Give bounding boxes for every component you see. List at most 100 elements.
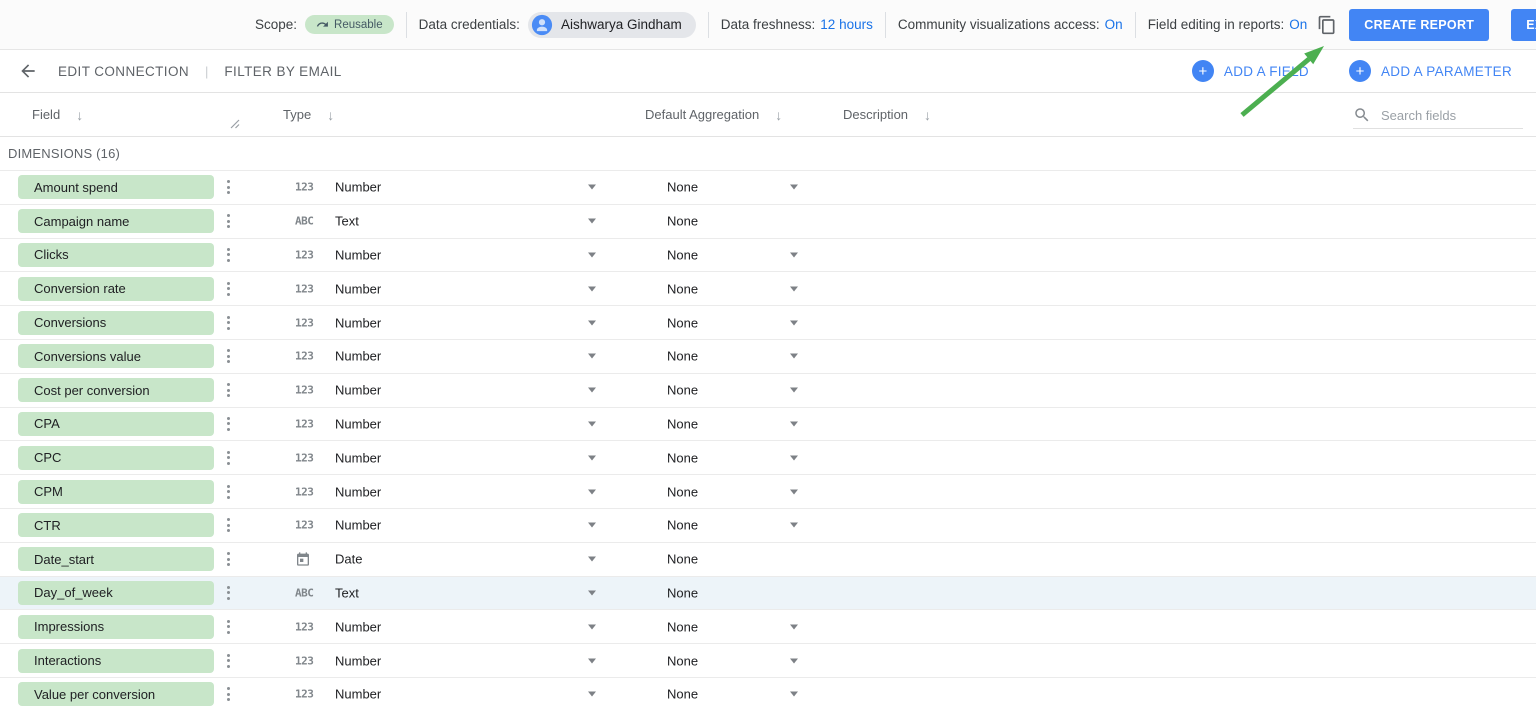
field-name-pill[interactable]: CPA [18,411,214,436]
type-dropdown-arrow[interactable] [588,489,596,495]
field-type-value[interactable]: Text [335,585,359,600]
field-type-value[interactable]: Date [335,552,362,567]
field-aggregation-value[interactable]: None [667,450,698,465]
field-name-pill[interactable]: Impressions [18,614,214,639]
field-type-value[interactable]: Number [335,653,381,668]
field-menu-button[interactable] [224,583,233,603]
field-name-pill[interactable]: CPM [18,479,214,504]
aggregation-dropdown-arrow[interactable] [790,522,798,528]
aggregation-dropdown-arrow[interactable] [790,252,798,258]
explore-button[interactable]: EXPLORE [1511,8,1536,41]
field-menu-button[interactable] [224,617,233,637]
field-type-value[interactable]: Number [335,619,381,634]
field-type-value[interactable]: Number [335,518,381,533]
aggregation-dropdown-arrow[interactable] [790,184,798,190]
type-dropdown-arrow[interactable] [588,624,596,630]
field-menu-button[interactable] [224,651,233,671]
field-aggregation-value[interactable]: None [667,281,698,296]
field-aggregation-value[interactable]: None [667,484,698,499]
field-type-value[interactable]: Number [335,315,381,330]
field-aggregation-value[interactable]: None [667,247,698,262]
aggregation-dropdown-arrow[interactable] [790,387,798,393]
field-menu-button[interactable] [224,482,233,502]
type-dropdown-arrow[interactable] [588,353,596,359]
back-arrow-icon[interactable] [18,61,38,81]
field-type-value[interactable]: Number [335,281,381,296]
field-editing-value[interactable]: On [1289,17,1307,32]
field-menu-button[interactable] [224,177,233,197]
credentials-chip[interactable]: Aishwarya Gindham [527,11,696,38]
field-name-pill[interactable]: Campaign name [18,209,214,234]
field-menu-button[interactable] [224,515,233,535]
aggregation-dropdown-arrow[interactable] [790,455,798,461]
field-menu-button[interactable] [224,313,233,333]
aggregation-dropdown-arrow[interactable] [790,691,798,697]
type-dropdown-arrow[interactable] [588,691,596,697]
field-aggregation-value[interactable]: None [667,383,698,398]
aggregation-dropdown-arrow[interactable] [790,353,798,359]
search-fields-input[interactable] [1381,107,1511,123]
field-menu-button[interactable] [224,245,233,265]
aggregation-dropdown-arrow[interactable] [790,320,798,326]
add-parameter-button[interactable]: + ADD A PARAMETER [1348,60,1512,82]
sort-arrow-aggregation[interactable]: ↓ [775,107,782,123]
field-name-pill[interactable]: Value per conversion [18,682,214,707]
field-name-pill[interactable]: Conversion rate [18,276,214,301]
field-menu-button[interactable] [224,549,233,569]
type-dropdown-arrow[interactable] [588,522,596,528]
field-type-value[interactable]: Number [335,450,381,465]
field-type-value[interactable]: Number [335,383,381,398]
field-aggregation-value[interactable]: None [667,518,698,533]
field-type-value[interactable]: Number [335,349,381,364]
sort-arrow-type[interactable]: ↓ [327,107,334,123]
copy-icon[interactable] [1317,14,1337,36]
type-dropdown-arrow[interactable] [588,590,596,596]
type-dropdown-arrow[interactable] [588,556,596,562]
field-menu-button[interactable] [224,448,233,468]
field-type-value[interactable]: Number [335,687,381,702]
type-dropdown-arrow[interactable] [588,387,596,393]
field-name-pill[interactable]: Clicks [18,242,214,267]
filter-by-email-button[interactable]: FILTER BY EMAIL [224,64,341,79]
aggregation-dropdown-arrow[interactable] [790,624,798,630]
type-dropdown-arrow[interactable] [588,286,596,292]
field-menu-button[interactable] [224,279,233,299]
aggregation-dropdown-arrow[interactable] [790,489,798,495]
type-dropdown-arrow[interactable] [588,658,596,664]
field-name-pill[interactable]: Amount spend [18,175,214,200]
field-menu-button[interactable] [224,414,233,434]
field-menu-button[interactable] [224,346,233,366]
field-aggregation-value[interactable]: None [667,653,698,668]
field-aggregation-value[interactable]: None [667,180,698,195]
aggregation-dropdown-arrow[interactable] [790,421,798,427]
field-type-value[interactable]: Number [335,247,381,262]
field-aggregation-value[interactable]: None [667,619,698,634]
field-name-pill[interactable]: Conversions value [18,344,214,369]
field-type-value[interactable]: Number [335,484,381,499]
field-aggregation-value[interactable]: None [667,214,698,229]
type-dropdown-arrow[interactable] [588,252,596,258]
field-name-pill[interactable]: CPC [18,445,214,470]
field-type-value[interactable]: Number [335,416,381,431]
type-dropdown-arrow[interactable] [588,184,596,190]
edit-connection-button[interactable]: EDIT CONNECTION [58,64,189,79]
field-name-pill[interactable]: Conversions [18,310,214,335]
field-name-pill[interactable]: Day_of_week [18,580,214,605]
type-dropdown-arrow[interactable] [588,421,596,427]
community-viz-value[interactable]: On [1105,17,1123,32]
type-dropdown-arrow[interactable] [588,320,596,326]
field-name-pill[interactable]: Cost per conversion [18,378,214,403]
sort-arrow-description[interactable]: ↓ [924,107,931,123]
field-aggregation-value[interactable]: None [667,315,698,330]
create-report-button[interactable]: CREATE REPORT [1349,8,1490,41]
type-dropdown-arrow[interactable] [588,218,596,224]
freshness-value[interactable]: 12 hours [820,17,873,32]
field-menu-button[interactable] [224,380,233,400]
field-menu-button[interactable] [224,684,233,704]
type-dropdown-arrow[interactable] [588,455,596,461]
field-type-value[interactable]: Number [335,180,381,195]
scope-chip[interactable]: Reusable [305,15,394,34]
aggregation-dropdown-arrow[interactable] [790,658,798,664]
field-aggregation-value[interactable]: None [667,585,698,600]
sort-arrow-field[interactable]: ↓ [76,107,83,123]
